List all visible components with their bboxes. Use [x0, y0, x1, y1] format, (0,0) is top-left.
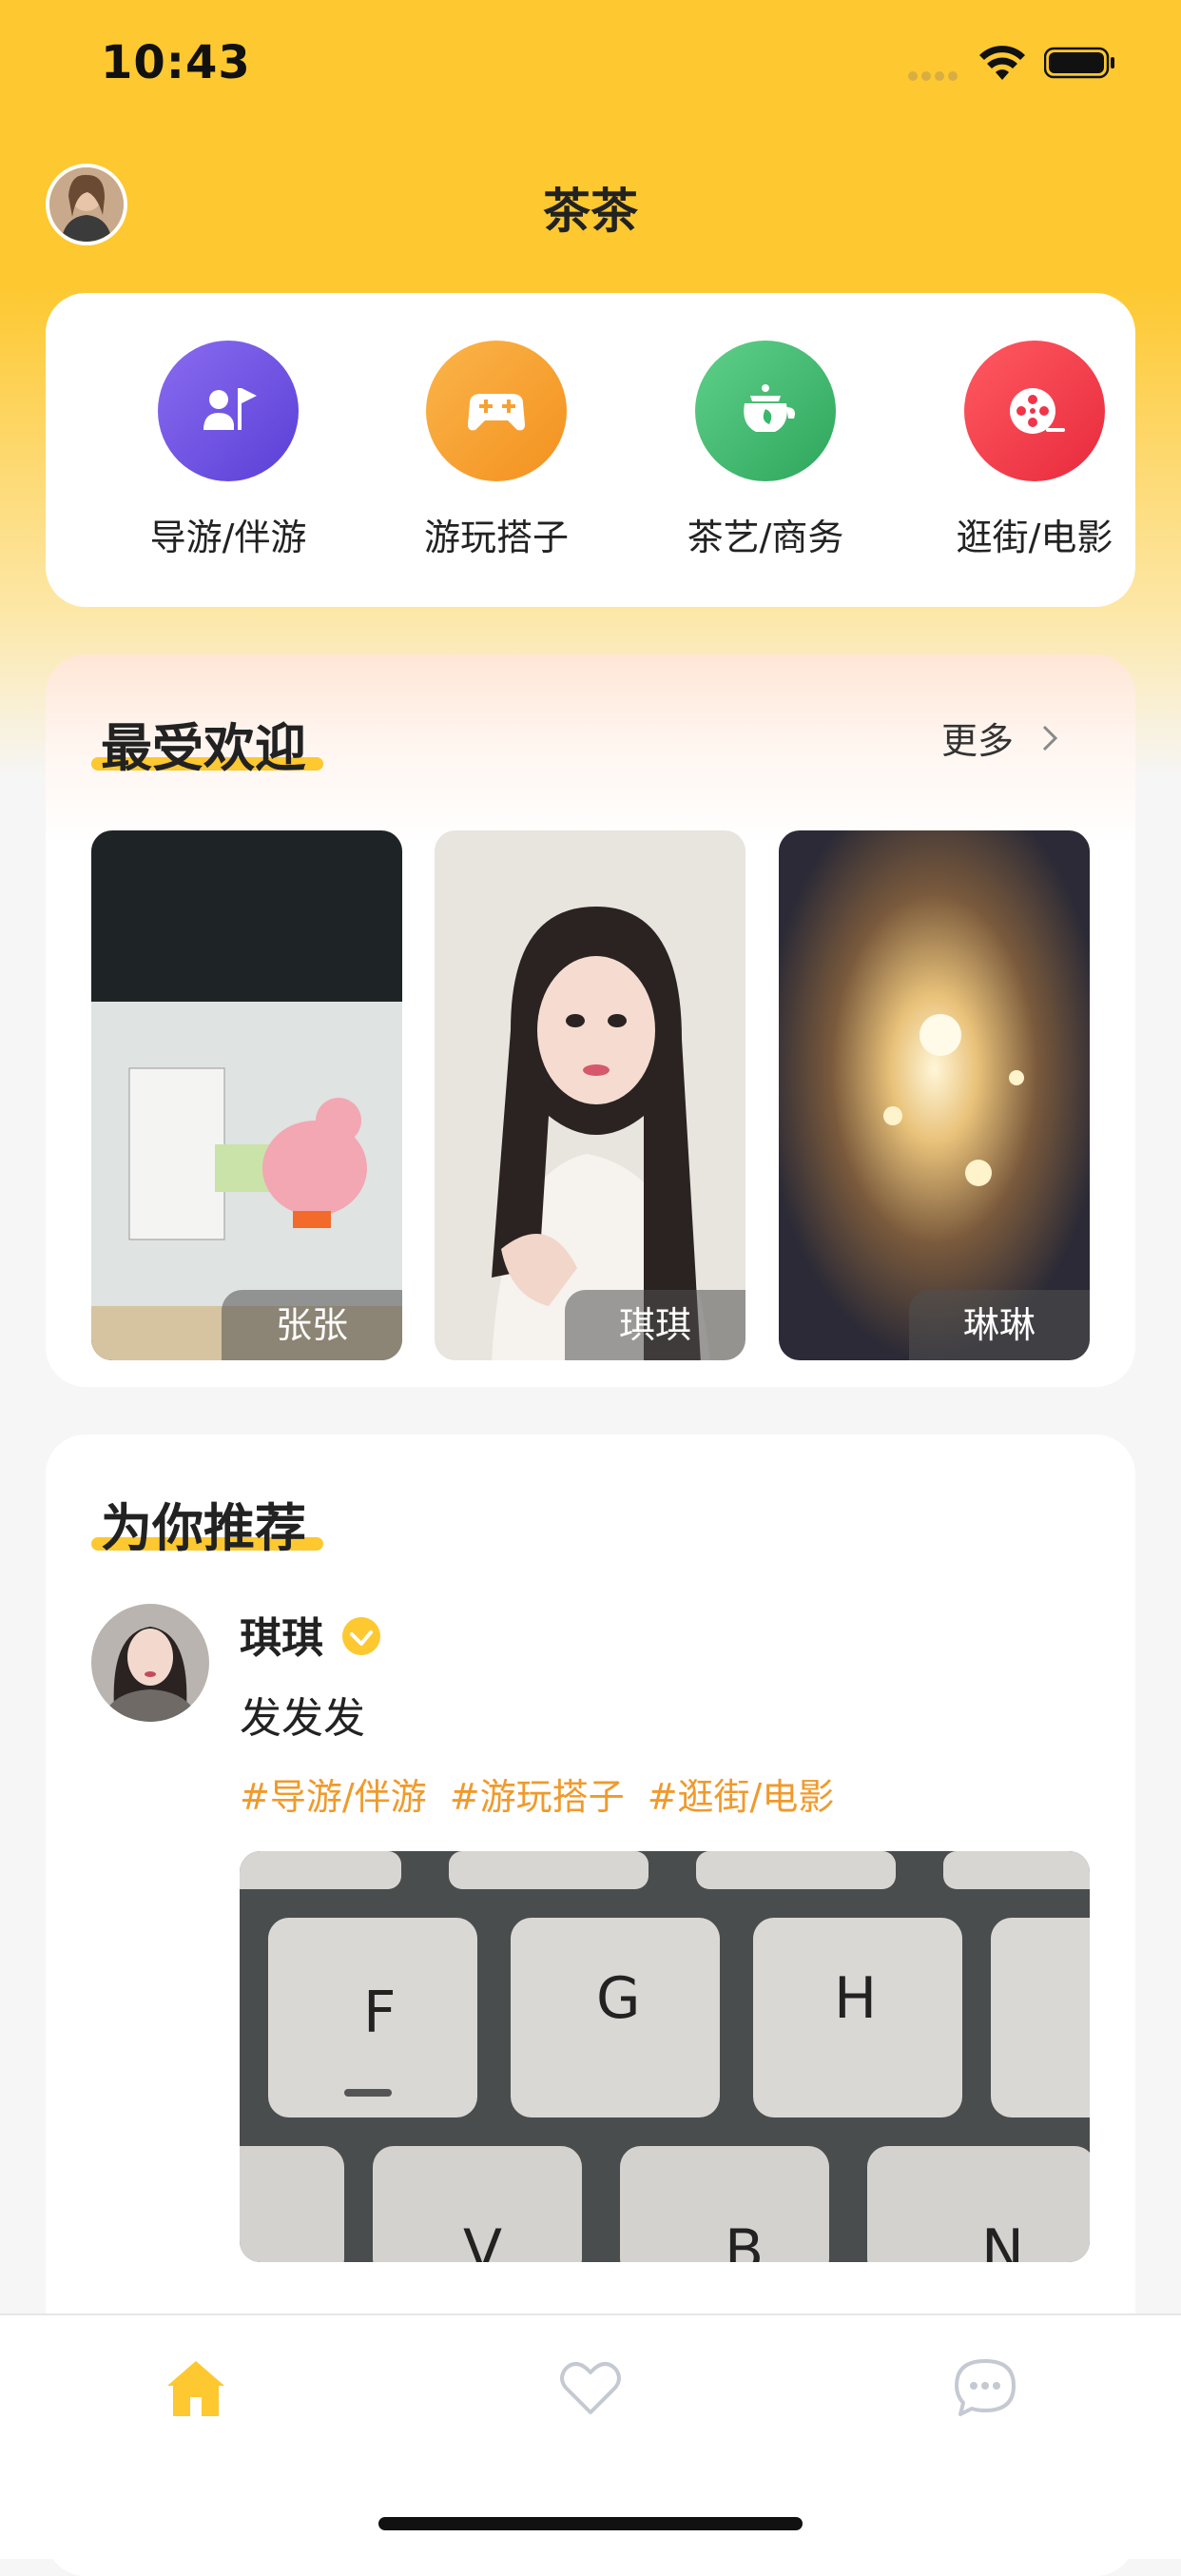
post-image[interactable]: F G H V B N [240, 1851, 1090, 2262]
person-flag-icon [158, 341, 299, 481]
battery-icon [1044, 47, 1114, 79]
svg-text:N: N [981, 2217, 1024, 2262]
popular-name: 张张 [222, 1290, 402, 1360]
status-bar: 10:43 [0, 0, 1181, 133]
tab-home[interactable] [148, 2340, 243, 2435]
category-guide[interactable]: 导游/伴游 [105, 341, 352, 560]
post-tags: #导游/伴游 #游玩搭子 #逛街/电影 [240, 1767, 845, 1820]
post-text: 发发发 [240, 1694, 365, 1743]
section-title: 为你推荐 [101, 1498, 306, 1558]
heart-icon [560, 2362, 621, 2414]
svg-text:H: H [834, 1965, 877, 2032]
popular-photo [91, 830, 402, 1360]
category-label: 游玩搭子 [423, 517, 569, 558]
category-card: 导游/伴游 游玩搭子 茶艺/商务 逛街/电影 [46, 293, 1135, 607]
status-time: 10:43 [101, 36, 251, 89]
more-label: 更多 [941, 720, 1015, 762]
popular-section: 最受欢迎 更多 张张 琪琪 琳琳 [46, 654, 1135, 1387]
post-tag[interactable]: #逛街/电影 [648, 1776, 835, 1818]
post-tag[interactable]: #导游/伴游 [240, 1776, 427, 1818]
category-tea[interactable]: 茶艺/商务 [642, 341, 889, 560]
wifi-icon [979, 46, 1025, 80]
popular-item[interactable]: 张张 [91, 830, 402, 1360]
film-reel-icon [964, 341, 1105, 481]
svg-text:V: V [463, 2217, 502, 2262]
popular-photo [779, 830, 1090, 1360]
page-title: 茶茶 [543, 184, 638, 239]
category-label: 导游/伴游 [149, 517, 307, 558]
verified-badge-icon [342, 1617, 380, 1655]
popular-item[interactable]: 琪琪 [435, 830, 745, 1360]
post-tag[interactable]: #游玩搭子 [450, 1776, 625, 1818]
svg-text:F: F [363, 1980, 397, 2046]
tab-favorites[interactable] [543, 2340, 638, 2435]
teapot-icon [695, 341, 836, 481]
gamepad-icon [426, 341, 567, 481]
section-title: 最受欢迎 [101, 718, 306, 778]
signal-icon [908, 67, 963, 81]
more-link[interactable]: 更多 [941, 712, 1069, 764]
popular-name: 琪琪 [565, 1290, 745, 1360]
category-label: 茶艺/商务 [687, 517, 844, 558]
svg-text:B: B [725, 2217, 764, 2262]
category-label: 逛街/电影 [956, 517, 1113, 558]
home-indicator [378, 2517, 803, 2530]
svg-text:G: G [596, 1965, 641, 2032]
popular-name: 琳琳 [909, 1290, 1090, 1360]
post-author-name[interactable]: 琪琪 [240, 1604, 323, 1665]
tab-messages[interactable] [938, 2340, 1033, 2435]
home-icon [167, 2361, 224, 2416]
popular-photo [435, 830, 745, 1360]
category-play[interactable]: 游玩搭子 [373, 341, 620, 560]
chevron-right-icon [1042, 725, 1058, 751]
popular-item[interactable]: 琳琳 [779, 830, 1090, 1360]
post-author-avatar[interactable] [91, 1604, 209, 1722]
chat-bubble-icon [955, 2359, 1016, 2416]
category-shopping[interactable]: 逛街/电影 [911, 341, 1158, 560]
